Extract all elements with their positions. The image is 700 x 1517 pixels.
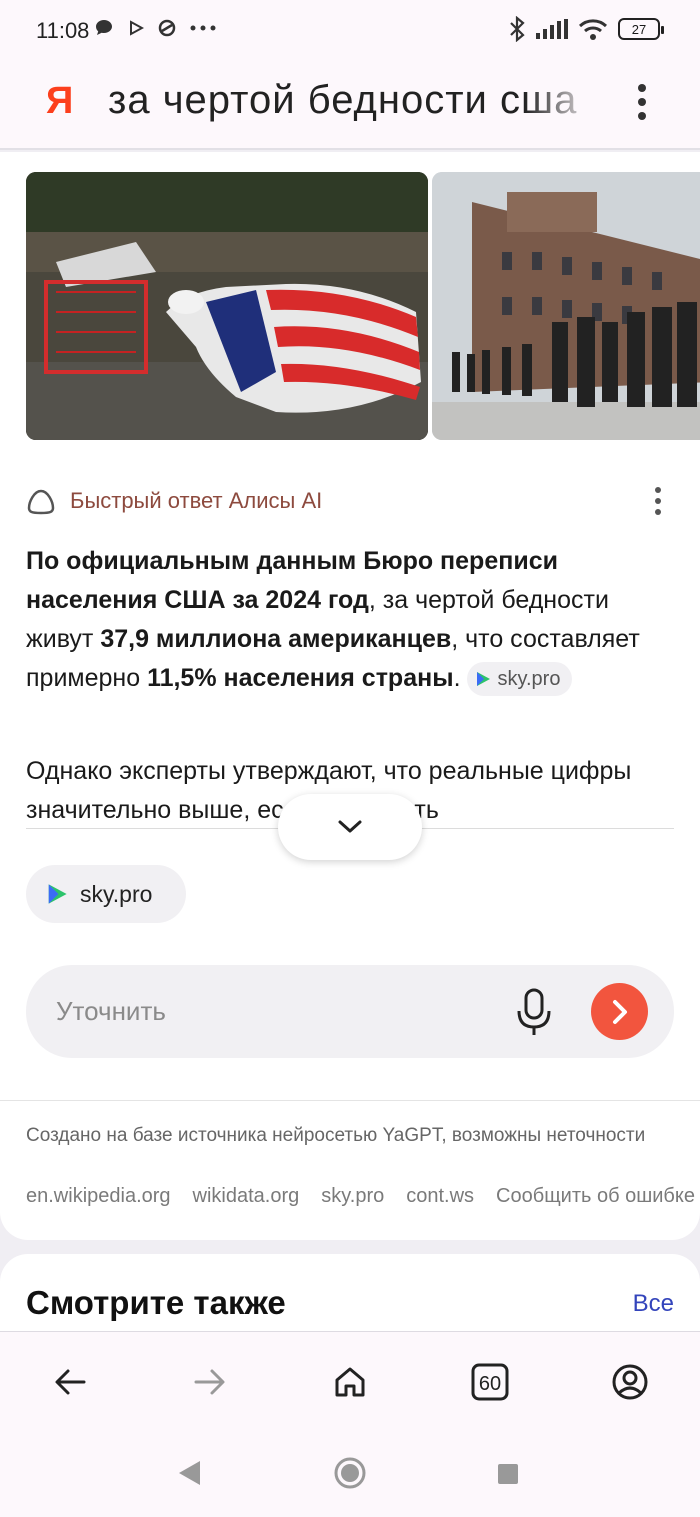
answer-bold-2: 37,9 миллиона американцев	[100, 625, 452, 653]
report-error-link[interactable]: Сообщить об ошибке	[496, 1185, 695, 1208]
system-home-icon[interactable]	[334, 1457, 366, 1489]
send-button[interactable]	[591, 983, 648, 1040]
microphone-icon[interactable]	[514, 987, 554, 1037]
arrow-right-icon	[612, 999, 627, 1024]
see-all-link[interactable]: Все	[633, 1290, 674, 1318]
source-link[interactable]: cont.ws	[406, 1185, 474, 1208]
search-header: Я за чертой бедности сша	[0, 60, 700, 150]
wifi-icon	[578, 19, 608, 40]
refine-box	[26, 965, 674, 1058]
notification-icons	[94, 18, 216, 38]
chat-icon	[96, 20, 112, 35]
refine-input[interactable]	[56, 987, 496, 1035]
forward-button[interactable]	[190, 1362, 230, 1402]
chevron-down-icon	[338, 820, 362, 833]
overflow-menu-icon[interactable]	[630, 82, 654, 122]
browser-bottom-nav: 60	[0, 1331, 700, 1434]
skypro-icon	[48, 884, 67, 904]
image-homeless-flag[interactable]	[26, 172, 428, 440]
see-also-title: Смотрите также	[26, 1284, 286, 1321]
tabs-icon: 60	[471, 1363, 509, 1401]
source-link[interactable]: sky.pro	[321, 1185, 384, 1208]
source-links: en.wikipedia.org wikidata.org sky.pro co…	[26, 1185, 700, 1208]
profile-button[interactable]	[610, 1362, 650, 1402]
search-query-field[interactable]: за чертой бедности сша	[108, 78, 598, 123]
source-chip-label: sky.pro	[80, 880, 153, 907]
inline-source-chip[interactable]: sky.pro	[467, 662, 573, 697]
tabs-count: 60	[479, 1373, 501, 1395]
answer-text: По официальным данным Бюро переписи насе…	[26, 542, 666, 698]
answer-bold-3: 11,5% населения страны	[147, 664, 454, 692]
system-nav-bar	[0, 1433, 700, 1517]
arrow-left-icon	[55, 1369, 86, 1395]
battery-level: 27	[631, 21, 647, 37]
profile-icon	[612, 1364, 648, 1400]
alice-answer-label: Быстрый ответ Алисы AI	[70, 488, 323, 513]
image-hotel-queue[interactable]	[432, 172, 700, 440]
status-time: 11:08	[36, 18, 90, 43]
alice-answer-header: Быстрый ответ Алисы AI	[26, 486, 676, 516]
answer-menu-icon[interactable]	[652, 486, 664, 516]
home-button[interactable]	[330, 1362, 370, 1402]
source-link[interactable]: wikidata.org	[193, 1185, 300, 1208]
answer-card: Быстрый ответ Алисы AI По официальным да…	[0, 152, 700, 1240]
sync-icon	[158, 19, 176, 37]
system-recents-icon[interactable]	[497, 1463, 519, 1485]
home-icon	[335, 1367, 365, 1397]
source-link[interactable]: en.wikipedia.org	[26, 1185, 171, 1208]
answer-text-3: .	[453, 664, 461, 692]
expand-answer-button[interactable]	[278, 794, 422, 860]
skypro-icon	[477, 672, 491, 687]
arrow-right-icon	[194, 1369, 225, 1395]
play-icon	[130, 20, 144, 36]
disclaimer-divider	[0, 1100, 700, 1101]
signal-icon	[536, 19, 568, 39]
more-notifications-icon	[190, 25, 216, 31]
alice-icon	[27, 489, 55, 515]
battery-icon: 27	[618, 18, 664, 40]
bluetooth-icon	[510, 16, 525, 42]
status-bar: 11:08 27	[0, 0, 700, 60]
back-button[interactable]	[50, 1362, 90, 1402]
system-back-icon[interactable]	[176, 1459, 202, 1487]
disclaimer-text: Создано на базе источника нейросетью YaG…	[26, 1125, 646, 1146]
source-chip[interactable]: sky.pro	[26, 865, 186, 923]
tabs-button[interactable]: 60	[470, 1362, 510, 1402]
inline-source-label: sky.pro	[497, 668, 561, 691]
system-icons: 27	[508, 16, 664, 42]
yandex-logo[interactable]: Я	[46, 80, 73, 123]
